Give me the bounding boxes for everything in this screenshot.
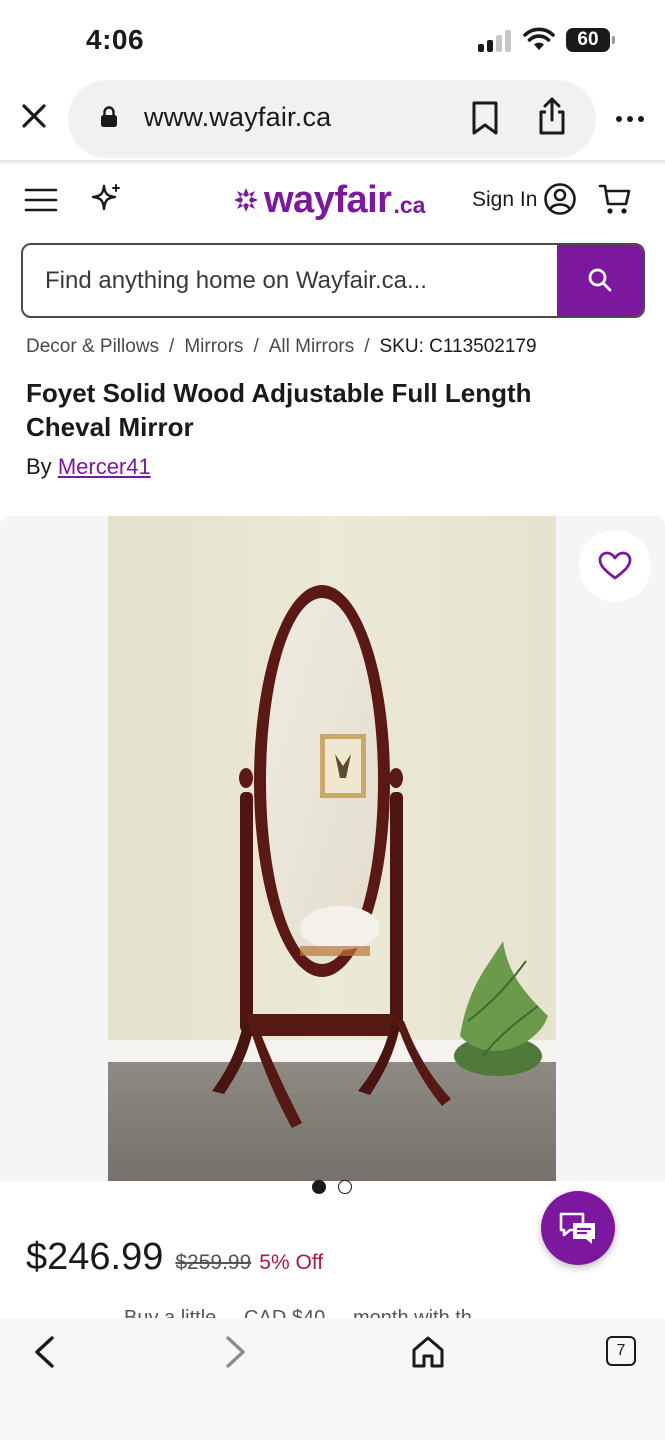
product-gallery[interactable]	[0, 516, 665, 1181]
product-title: Foyet Solid Wood Adjustable Full Length …	[26, 378, 532, 442]
breadcrumb-separator: /	[169, 336, 175, 357]
search-input[interactable]	[23, 245, 559, 316]
favorite-button[interactable]	[579, 530, 651, 602]
breadcrumb: Decor & Pillows / Mirrors / All Mirrors / SKU:…	[26, 336, 537, 358]
status-bar: 4:06 60	[0, 0, 665, 80]
search-bar	[21, 243, 645, 318]
current-price: $246.99	[26, 1236, 164, 1278]
bookmark-icon[interactable]	[470, 100, 500, 136]
browser-bottom-toolbar: 7	[0, 1318, 665, 1440]
wayfair-logo[interactable]: wayfair .ca	[232, 176, 425, 220]
chat-icon	[559, 1212, 595, 1244]
brand-line: By Mercer41	[26, 454, 151, 480]
account-icon[interactable]	[543, 182, 577, 216]
brand-prefix: By	[26, 454, 52, 479]
browser-toolbar: www.wayfair.ca	[0, 80, 665, 162]
wifi-icon	[523, 27, 555, 50]
share-icon[interactable]	[536, 96, 568, 136]
breadcrumb-separator: /	[253, 336, 259, 357]
search-button[interactable]	[557, 245, 643, 316]
gallery-pagination	[312, 1180, 354, 1196]
tabs-icon[interactable]: 7	[606, 1336, 636, 1366]
breadcrumb-mirrors[interactable]: Mirrors	[184, 336, 243, 357]
forward-icon[interactable]	[222, 1334, 250, 1370]
sparkle-icon[interactable]	[90, 182, 122, 214]
url-text: www.wayfair.ca	[144, 102, 332, 132]
logo-tld: .ca	[393, 192, 426, 218]
battery-indicator: 60	[566, 28, 615, 52]
brand-link[interactable]: Mercer41	[58, 454, 151, 479]
more-icon[interactable]	[614, 114, 646, 124]
gallery-dot-active[interactable]	[312, 1180, 326, 1194]
site-header: wayfair .ca Sign In	[0, 166, 665, 232]
breadcrumb-separator: /	[364, 336, 370, 357]
logo-mark-icon	[234, 188, 258, 212]
menu-icon[interactable]	[24, 188, 58, 212]
heart-icon	[598, 551, 632, 580]
back-icon[interactable]	[30, 1334, 58, 1370]
logo-word: wayfair	[264, 179, 392, 221]
sign-in-link[interactable]: Sign In	[472, 188, 537, 212]
chat-button[interactable]	[541, 1191, 615, 1265]
gallery-dot[interactable]	[338, 1180, 352, 1194]
close-icon[interactable]	[18, 100, 50, 132]
cellular-signal-icon	[478, 30, 514, 52]
status-time: 4:06	[86, 24, 145, 55]
breadcrumb-all-mirrors[interactable]: All Mirrors	[269, 336, 355, 357]
original-price: $259.99	[175, 1251, 252, 1274]
search-icon	[588, 268, 612, 292]
discount-badge: 5% Off	[259, 1251, 324, 1274]
product-image[interactable]	[108, 516, 556, 1181]
lock-icon	[101, 106, 117, 127]
breadcrumb-sku: SKU: C113502179	[379, 336, 537, 357]
cart-icon[interactable]	[598, 182, 632, 216]
home-icon[interactable]	[410, 1334, 446, 1370]
address-bar[interactable]: www.wayfair.ca	[68, 80, 596, 158]
price-row: $246.99 $259.99 5% Off	[26, 1236, 323, 1279]
financing-text: Buy a little ... CAD $40 ... month with …	[124, 1307, 489, 1318]
breadcrumb-decor-pillows[interactable]: Decor & Pillows	[26, 336, 159, 357]
